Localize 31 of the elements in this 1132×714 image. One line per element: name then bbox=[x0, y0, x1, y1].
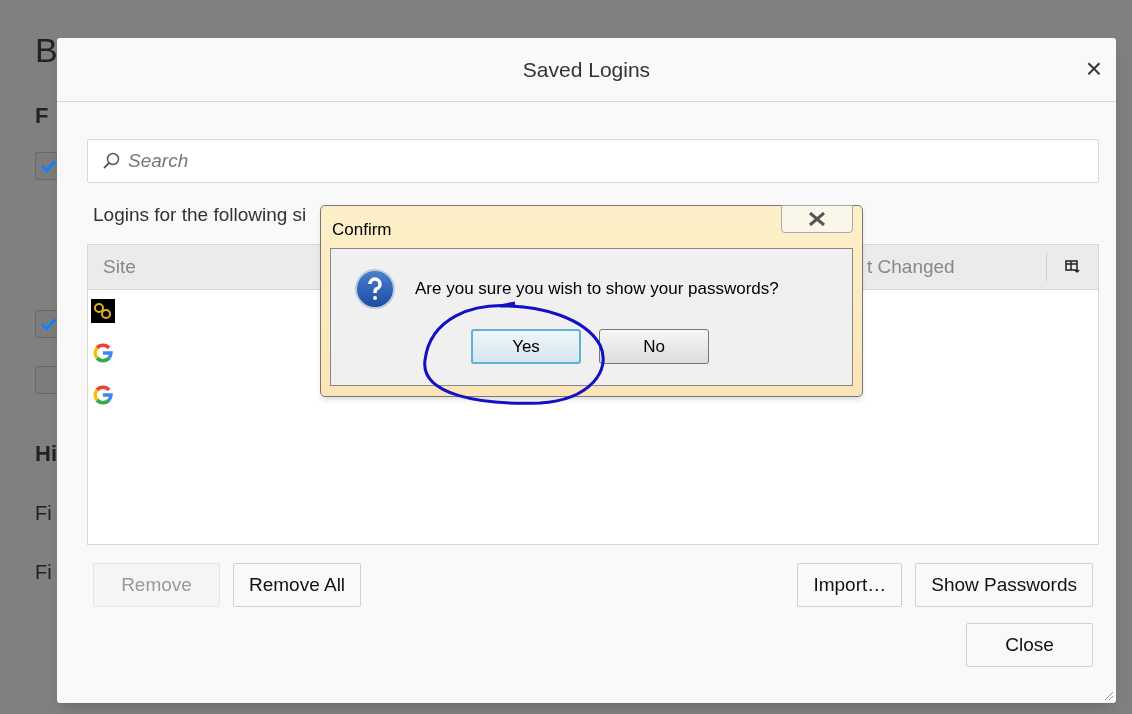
setting-label: Fi bbox=[35, 560, 52, 585]
checkmark-icon bbox=[40, 317, 57, 331]
description-text: Logins for the following si bbox=[93, 203, 307, 227]
checkmark-icon bbox=[40, 159, 57, 173]
multicolor-g-icon bbox=[93, 343, 113, 363]
window-title: Confirm bbox=[332, 219, 392, 241]
close-button[interactable]: Close bbox=[966, 623, 1093, 667]
confirm-button[interactable]: Yes bbox=[471, 329, 581, 364]
confirm-message: Are you sure you wish to show your passwords? bbox=[415, 278, 779, 301]
search-input[interactable]: Search bbox=[128, 146, 1084, 176]
section-heading: F bbox=[35, 102, 49, 130]
resize-grip-icon[interactable] bbox=[1104, 691, 1114, 701]
dialog-button[interactable]: Show Passwords bbox=[915, 563, 1093, 607]
setting-label: Fi bbox=[35, 501, 52, 526]
checkbox[interactable] bbox=[35, 366, 57, 394]
help-icon bbox=[355, 269, 395, 309]
chain-favicon-icon bbox=[91, 299, 115, 323]
dialog-button[interactable]: Import… bbox=[797, 563, 903, 607]
search-icon bbox=[102, 152, 120, 170]
dialog-button[interactable]: Remove All bbox=[233, 563, 362, 607]
column-header: Site bbox=[103, 254, 137, 279]
checkbox[interactable] bbox=[35, 152, 57, 180]
checkbox[interactable] bbox=[35, 310, 57, 338]
confirm-button[interactable]: No bbox=[599, 329, 709, 364]
section-heading: Hi bbox=[35, 440, 57, 468]
multicolor-g-icon bbox=[93, 385, 113, 405]
dialog-title: Saved Logins bbox=[522, 56, 651, 83]
column-header: t Changed bbox=[867, 254, 956, 279]
page-title: B bbox=[35, 30, 58, 71]
search-field[interactable]: Search bbox=[87, 139, 1099, 183]
close-icon[interactable] bbox=[781, 205, 853, 233]
